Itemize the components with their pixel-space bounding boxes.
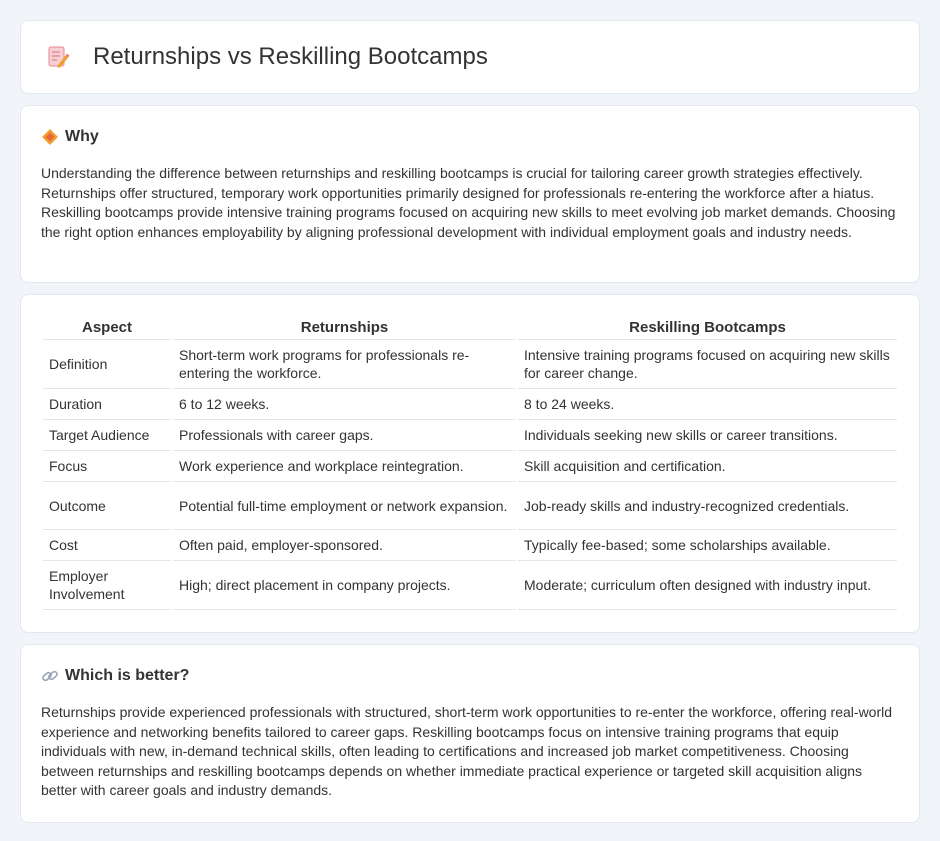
aspect-cell: Cost bbox=[43, 530, 171, 561]
why-section: Why Understanding the difference between… bbox=[20, 105, 920, 283]
returnships-cell: Professionals with career gaps. bbox=[173, 420, 516, 451]
table-row: Duration 6 to 12 weeks. 8 to 24 weeks. bbox=[43, 389, 897, 420]
table-row: Focus Work experience and workplace rein… bbox=[43, 451, 897, 482]
which-is-better-section: Which is better? Returnships provide exp… bbox=[20, 644, 920, 823]
table-row: Target Audience Professionals with caree… bbox=[43, 420, 897, 451]
column-header-aspect: Aspect bbox=[43, 311, 171, 340]
better-heading: Which is better? bbox=[65, 667, 190, 684]
diamond-icon bbox=[41, 128, 59, 146]
returnships-cell: Often paid, employer-sponsored. bbox=[173, 530, 516, 561]
why-heading-row: Why bbox=[41, 128, 899, 146]
better-heading-row: Which is better? bbox=[41, 667, 899, 685]
better-text: Returnships provide experienced professi… bbox=[41, 704, 893, 798]
table-header-row: Aspect Returnships Reskilling Bootcamps bbox=[43, 311, 897, 340]
bootcamps-cell: 8 to 24 weeks. bbox=[518, 389, 897, 420]
aspect-cell: Duration bbox=[43, 389, 171, 420]
returnships-cell: Work experience and workplace reintegrat… bbox=[173, 451, 516, 482]
aspect-cell: Employer Involvement bbox=[43, 561, 171, 610]
table-row: Employer Involvement High; direct placem… bbox=[43, 561, 897, 610]
returnships-cell: Short-term work programs for professiona… bbox=[173, 340, 516, 389]
bootcamps-cell: Job-ready skills and industry-recognized… bbox=[518, 482, 897, 530]
table-row: Cost Often paid, employer-sponsored. Typ… bbox=[43, 530, 897, 561]
comparison-table-card: Aspect Returnships Reskilling Bootcamps … bbox=[20, 294, 920, 633]
aspect-cell: Definition bbox=[43, 340, 171, 389]
returnships-cell: High; direct placement in company projec… bbox=[173, 561, 516, 610]
header-card: Returnships vs Reskilling Bootcamps bbox=[20, 20, 920, 94]
table-row: Definition Short-term work programs for … bbox=[43, 340, 897, 389]
aspect-cell: Outcome bbox=[43, 482, 171, 530]
table-row: Outcome Potential full-time employment o… bbox=[43, 482, 897, 530]
returnships-cell: 6 to 12 weeks. bbox=[173, 389, 516, 420]
link-icon bbox=[41, 667, 59, 685]
returnships-cell: Potential full-time employment or networ… bbox=[173, 482, 516, 530]
aspect-cell: Focus bbox=[43, 451, 171, 482]
page-title: Returnships vs Reskilling Bootcamps bbox=[93, 43, 488, 70]
why-text: Understanding the difference between ret… bbox=[41, 165, 896, 240]
column-header-bootcamps: Reskilling Bootcamps bbox=[518, 311, 897, 340]
bootcamps-cell: Typically fee-based; some scholarships a… bbox=[518, 530, 897, 561]
bootcamps-cell: Individuals seeking new skills or career… bbox=[518, 420, 897, 451]
bootcamps-cell: Skill acquisition and certification. bbox=[518, 451, 897, 482]
bootcamps-cell: Moderate; curriculum often designed with… bbox=[518, 561, 897, 610]
aspect-cell: Target Audience bbox=[43, 420, 171, 451]
comparison-table: Aspect Returnships Reskilling Bootcamps … bbox=[41, 311, 899, 610]
bootcamps-cell: Intensive training programs focused on a… bbox=[518, 340, 897, 389]
document-pencil-icon bbox=[45, 44, 71, 70]
why-heading: Why bbox=[65, 128, 99, 145]
column-header-returnships: Returnships bbox=[173, 311, 516, 340]
